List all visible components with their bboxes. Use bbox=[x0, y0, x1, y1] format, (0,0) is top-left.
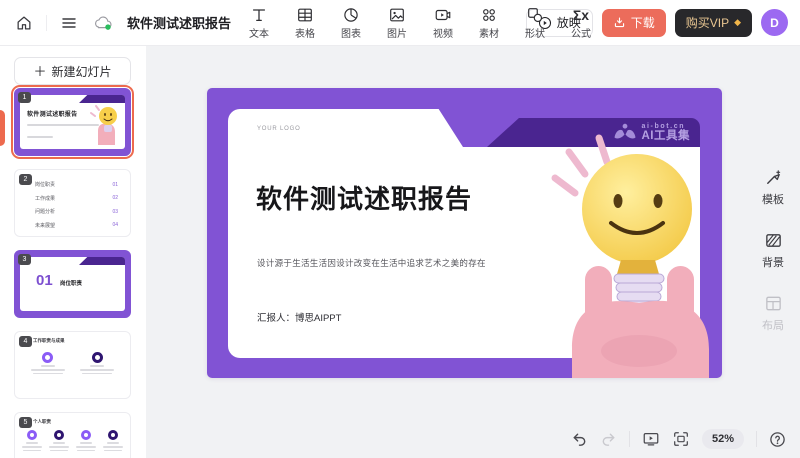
image-icon bbox=[388, 5, 406, 24]
thumb-content bbox=[15, 352, 130, 374]
shape-icon bbox=[526, 5, 544, 24]
slide-thumbnail-2[interactable]: 2 岗位职责01 工作成果02 问题分析03 未来展望04 bbox=[14, 169, 131, 237]
user-avatar[interactable]: D bbox=[761, 9, 788, 36]
tool-formula[interactable]: Σx 公式 bbox=[566, 5, 596, 40]
menu-button[interactable] bbox=[57, 11, 81, 35]
slide-number-badge: 5 bbox=[19, 417, 32, 428]
tool-text[interactable]: 文本 bbox=[244, 5, 274, 40]
undo-icon bbox=[571, 431, 588, 448]
redo-button[interactable] bbox=[600, 431, 617, 448]
chart-icon bbox=[342, 5, 360, 24]
slide-thumbnail-3[interactable]: 3 01 岗位职责 bbox=[14, 250, 131, 318]
slide-number-badge: 2 bbox=[19, 174, 32, 185]
plus-icon: ＋ bbox=[33, 65, 46, 78]
redo-icon bbox=[600, 431, 617, 448]
slide-thumbnail-4[interactable]: 4 工作职责与成果 bbox=[14, 331, 131, 399]
present-screen-icon bbox=[642, 430, 660, 448]
tool-assets[interactable]: 素材 bbox=[474, 5, 504, 40]
thumb-toc: 岗位职责01 工作成果02 问题分析03 未来展望04 bbox=[35, 181, 118, 235]
diamond-icon: ◆ bbox=[734, 18, 741, 27]
layout-icon bbox=[764, 294, 783, 313]
tool-chart[interactable]: 图表 bbox=[336, 5, 366, 40]
bottom-controls: 52% bbox=[571, 429, 786, 449]
background-icon bbox=[764, 231, 783, 250]
tool-shape[interactable]: 形状 bbox=[520, 5, 550, 40]
doc-title[interactable]: 软件测试述职报告 bbox=[127, 13, 231, 32]
slide-subtitle[interactable]: 设计源于生活生活因设计改变在生活中追求艺术之美的存在 bbox=[257, 257, 486, 269]
download-button[interactable]: 下载 bbox=[602, 9, 666, 37]
undo-button[interactable] bbox=[571, 431, 588, 448]
controls-divider bbox=[629, 431, 630, 447]
thumb-band bbox=[79, 257, 125, 265]
text-icon bbox=[250, 5, 268, 24]
selection-indicator bbox=[0, 110, 5, 146]
header-bar: 软件测试述职报告 文本 表格 图表 图片 视频 bbox=[0, 0, 800, 46]
editor-canvas[interactable]: YOUR LOGO 软件测试述职报告 设计源于生活生活因设计改变在生活中追求艺术… bbox=[146, 46, 800, 458]
slide-title[interactable]: 软件测试述职报告 bbox=[256, 179, 472, 216]
hamburger-icon bbox=[61, 15, 77, 31]
cloud-sync-button[interactable] bbox=[91, 11, 115, 35]
header-left-group: 软件测试述职报告 bbox=[12, 11, 231, 35]
help-icon bbox=[769, 431, 786, 448]
new-slide-button[interactable]: ＋ 新建幻灯片 bbox=[14, 57, 131, 85]
slide-thumbnail-5[interactable]: 5 个人职责 bbox=[14, 412, 131, 458]
rail-item-background[interactable]: 背景 bbox=[762, 231, 784, 270]
present-button[interactable] bbox=[642, 430, 660, 448]
home-icon bbox=[15, 14, 33, 32]
controls-divider bbox=[756, 431, 757, 447]
zoom-level[interactable]: 52% bbox=[702, 429, 744, 449]
fit-screen-icon bbox=[672, 430, 690, 448]
tool-table[interactable]: 表格 bbox=[290, 5, 320, 40]
slide-thumbnail-1[interactable]: 1 软件测试述职报告 bbox=[14, 88, 131, 156]
template-icon bbox=[764, 168, 783, 187]
rail-item-layout[interactable]: 布局 bbox=[762, 294, 784, 333]
video-icon bbox=[434, 5, 452, 24]
download-icon bbox=[613, 16, 626, 29]
presentation-slide[interactable]: YOUR LOGO 软件测试述职报告 设计源于生活生活因设计改变在生活中追求艺术… bbox=[207, 88, 722, 378]
slide-presenter[interactable]: 汇报人：博思AIPPT bbox=[257, 310, 341, 324]
right-rail: 模板 背景 布局 bbox=[762, 168, 784, 333]
help-button[interactable] bbox=[769, 431, 786, 448]
formula-icon: Σx bbox=[573, 5, 589, 24]
home-button[interactable] bbox=[12, 11, 36, 35]
slide-panel: ＋ 新建幻灯片 1 软件测试述职报告 bbox=[0, 46, 146, 458]
rail-item-template[interactable]: 模板 bbox=[762, 168, 784, 207]
slide-number-badge: 4 bbox=[19, 336, 32, 347]
vip-button[interactable]: 购买VIP ◆ bbox=[675, 9, 752, 37]
cloud-sync-icon bbox=[93, 15, 113, 31]
thumb-content bbox=[15, 430, 130, 451]
slide-number-badge: 3 bbox=[18, 254, 31, 265]
tool-video[interactable]: 视频 bbox=[428, 5, 458, 40]
assets-icon bbox=[480, 5, 498, 24]
toolbar: 文本 表格 图表 图片 视频 素材 bbox=[244, 0, 596, 51]
thumb-cover-art: 软件测试述职报告 bbox=[20, 95, 125, 149]
table-icon bbox=[296, 5, 314, 24]
thumb-section-art: 01 岗位职责 bbox=[20, 257, 125, 311]
tool-image[interactable]: 图片 bbox=[382, 5, 412, 40]
lightbulb-character bbox=[517, 116, 722, 378]
thumb-bulb-icon bbox=[88, 101, 122, 145]
your-logo-text: YOUR LOGO bbox=[257, 126, 301, 132]
header-divider bbox=[46, 15, 47, 31]
app-window: 软件测试述职报告 文本 表格 图表 图片 视频 bbox=[0, 0, 800, 458]
fit-screen-button[interactable] bbox=[672, 430, 690, 448]
slide-number-badge: 1 bbox=[18, 92, 31, 103]
